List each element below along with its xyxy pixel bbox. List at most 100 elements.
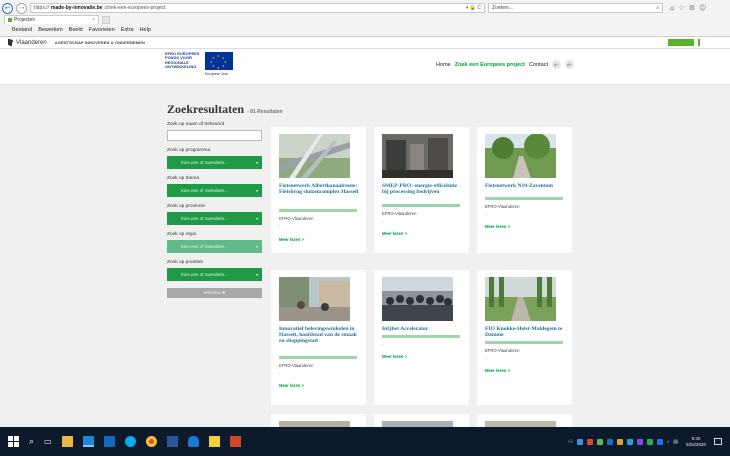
read-more-link[interactable]: Meer lezen > — [279, 237, 304, 242]
menu-bestand[interactable]: Bestand — [12, 27, 32, 33]
tray-app-icon[interactable] — [656, 438, 663, 445]
reset-filters-button[interactable]: WISSEN ✖ — [167, 288, 262, 298]
read-more-link[interactable]: Meer lezen > — [382, 231, 407, 236]
clock-date: 5/02/2020 — [685, 441, 706, 447]
chevron-down-icon: ▾ — [255, 160, 258, 165]
new-tab-button[interactable] — [102, 15, 110, 24]
file-explorer-icon[interactable] — [61, 436, 73, 447]
task-view-icon[interactable]: ▭ — [44, 437, 52, 446]
result-card[interactable] — [271, 414, 366, 427]
nav-home[interactable]: Home — [436, 62, 451, 68]
internet-explorer-icon[interactable] — [82, 436, 94, 447]
project-image — [382, 134, 453, 178]
provincie-select[interactable]: Kies een of meerdere... ▾ — [167, 212, 262, 225]
home-icon[interactable]: ⌂ — [670, 4, 674, 12]
word-icon[interactable] — [166, 436, 178, 447]
tray-app-icon[interactable] — [646, 438, 653, 445]
card-title[interactable]: FIO Knokke-Heist-Maldegem te Damme — [485, 326, 565, 338]
prioriteit-select[interactable]: Kies een of meerdere... ▾ — [167, 268, 262, 281]
tray-app-icon[interactable] — [576, 438, 583, 445]
network-icon[interactable]: ▤ — [673, 439, 678, 445]
tray-app-icon[interactable] — [636, 438, 643, 445]
menu-bewerken[interactable]: Bewerken — [38, 27, 62, 33]
address-bar[interactable]: https:// made-by-innovatie.be /zoek-een-… — [30, 3, 485, 13]
favorites-star-icon[interactable]: ☆ — [678, 4, 684, 12]
card-title[interactable]: InQbet Accelerator — [382, 326, 462, 332]
browser-chrome: ← → https:// made-by-innovatie.be /zoek-… — [0, 0, 730, 37]
thema-select[interactable]: Kies een of meerdere... ▾ — [167, 184, 262, 197]
result-card[interactable]: Fietsnetwerk Albertkanaalroute: Fietsbru… — [271, 127, 366, 253]
card-title[interactable]: Innovatief belevingswinkelen in Hasselt,… — [279, 326, 359, 344]
windows-start-icon[interactable] — [8, 436, 19, 447]
result-card[interactable]: SMEP-PRO: energie-efficiëntie bij proces… — [374, 127, 469, 253]
address-tools[interactable]: ▾ 🔒 C — [466, 5, 481, 11]
back-button[interactable]: ← — [2, 2, 13, 14]
site-header: EFRO EUROPEES FONDS VOOR REGIONALE ONTWI… — [0, 49, 730, 85]
menu-extra[interactable]: Extra — [121, 27, 134, 33]
keyword-search-input[interactable] — [167, 130, 262, 141]
main-navigation: Home Zoek een Europees project Contact A… — [436, 60, 574, 69]
card-divider — [279, 209, 357, 212]
tab-close-icon[interactable]: × — [92, 17, 95, 23]
taskbar-clock[interactable]: 9:30 5/02/2020 — [686, 436, 706, 447]
vlaanderen-logo[interactable]: Vlaanderen — [8, 38, 47, 47]
result-card[interactable]: Innovatief belevingswinkelen in Hasselt,… — [271, 270, 366, 405]
result-card[interactable] — [374, 414, 469, 427]
search-placeholder: Zoeken... — [492, 5, 513, 11]
tray-app-icon[interactable] — [606, 438, 613, 445]
read-more-link[interactable]: Meer lezen > — [279, 383, 304, 388]
volume-icon[interactable]: ♪ — [667, 439, 670, 445]
partner-logos — [668, 39, 722, 46]
result-card[interactable]: FIO Knokke-Heist-Maldegem te Damme EFRO-… — [477, 270, 572, 405]
tab-title: Projecten — [14, 17, 36, 23]
card-title[interactable]: Fietsnetwerk N10-Zaventem — [485, 183, 565, 189]
result-card[interactable]: InQbet Accelerator - Meer lezen > — [374, 270, 469, 405]
menu-favorieten[interactable]: Favorieten — [89, 27, 115, 33]
font-decrease-button[interactable]: A− — [552, 60, 561, 69]
chrome-icon[interactable] — [145, 436, 157, 447]
card-title[interactable]: SMEP-PRO: energie-efficiëntie bij proces… — [382, 183, 462, 195]
programma-select[interactable]: Kies een of meerdere... ▾ — [167, 156, 262, 169]
font-increase-button[interactable]: A+ — [565, 60, 574, 69]
result-card[interactable] — [477, 414, 572, 427]
result-card[interactable]: Fietsnetwerk N10-Zaventem EFRO-Vlaandere… — [477, 127, 572, 253]
card-title[interactable]: Fietsnetwerk Albertkanaalroute: Fietsbru… — [279, 183, 359, 195]
nav-zoek-project[interactable]: Zoek een Europees project — [455, 62, 525, 68]
regio-select[interactable]: Kies een of meerdere... ▾ — [167, 240, 262, 253]
tray-app-icon[interactable] — [616, 438, 623, 445]
nav-contact[interactable]: Contact — [529, 62, 548, 68]
system-tray: ⚇ ♪ ▤ 9:30 5/02/2020 — [568, 436, 722, 447]
skype-icon[interactable] — [124, 436, 136, 447]
search-icon[interactable]: ⌕ — [29, 437, 34, 447]
read-more-link[interactable]: Meer lezen > — [485, 368, 510, 373]
tray-app-icon[interactable] — [596, 438, 603, 445]
tray-app-icon[interactable] — [626, 438, 633, 445]
menu-beeld[interactable]: Beeld — [69, 27, 83, 33]
card-subtitle: - — [279, 224, 281, 229]
notifications-icon[interactable] — [714, 438, 722, 445]
efro-logo[interactable]: EFRO EUROPEES FONDS VOOR REGIONALE ONTWI… — [165, 51, 233, 70]
browser-tab[interactable]: Projecten × — [4, 15, 99, 24]
powerpoint-icon[interactable] — [229, 436, 241, 447]
forward-button[interactable]: → — [16, 2, 27, 14]
browser-toolbar-icons: ⌂ ☆ ⚙ ☺ — [670, 4, 706, 12]
card-divider — [485, 341, 563, 344]
url-prefix: https:// — [34, 5, 50, 11]
browser-search-input[interactable]: Zoeken... ⌕ — [488, 3, 663, 13]
card-organisation: EFRO-Vlaanderen — [279, 216, 314, 221]
read-more-link[interactable]: Meer lezen > — [382, 354, 407, 359]
onedrive-icon[interactable] — [187, 436, 199, 447]
outlook-icon[interactable] — [103, 436, 115, 447]
people-icon[interactable]: ⚇ — [568, 439, 572, 445]
smiley-icon[interactable]: ☺ — [699, 4, 706, 12]
prioriteit-label: Zoek op prioriteit — [167, 260, 203, 265]
tray-app-icon[interactable] — [586, 438, 593, 445]
menu-help[interactable]: Help — [140, 27, 151, 33]
search-icon[interactable]: ⌕ — [656, 5, 659, 11]
card-subtitle: - — [485, 356, 487, 361]
read-more-link[interactable]: Meer lezen > — [485, 224, 510, 229]
result-count: - 81 Resultaten — [247, 109, 283, 115]
settings-gear-icon[interactable]: ⚙ — [689, 4, 695, 12]
eu-flag-icon: ★ ★ ★ ★ ★ ★ ★ ★ — [205, 52, 233, 70]
sticky-notes-icon[interactable] — [208, 436, 220, 447]
